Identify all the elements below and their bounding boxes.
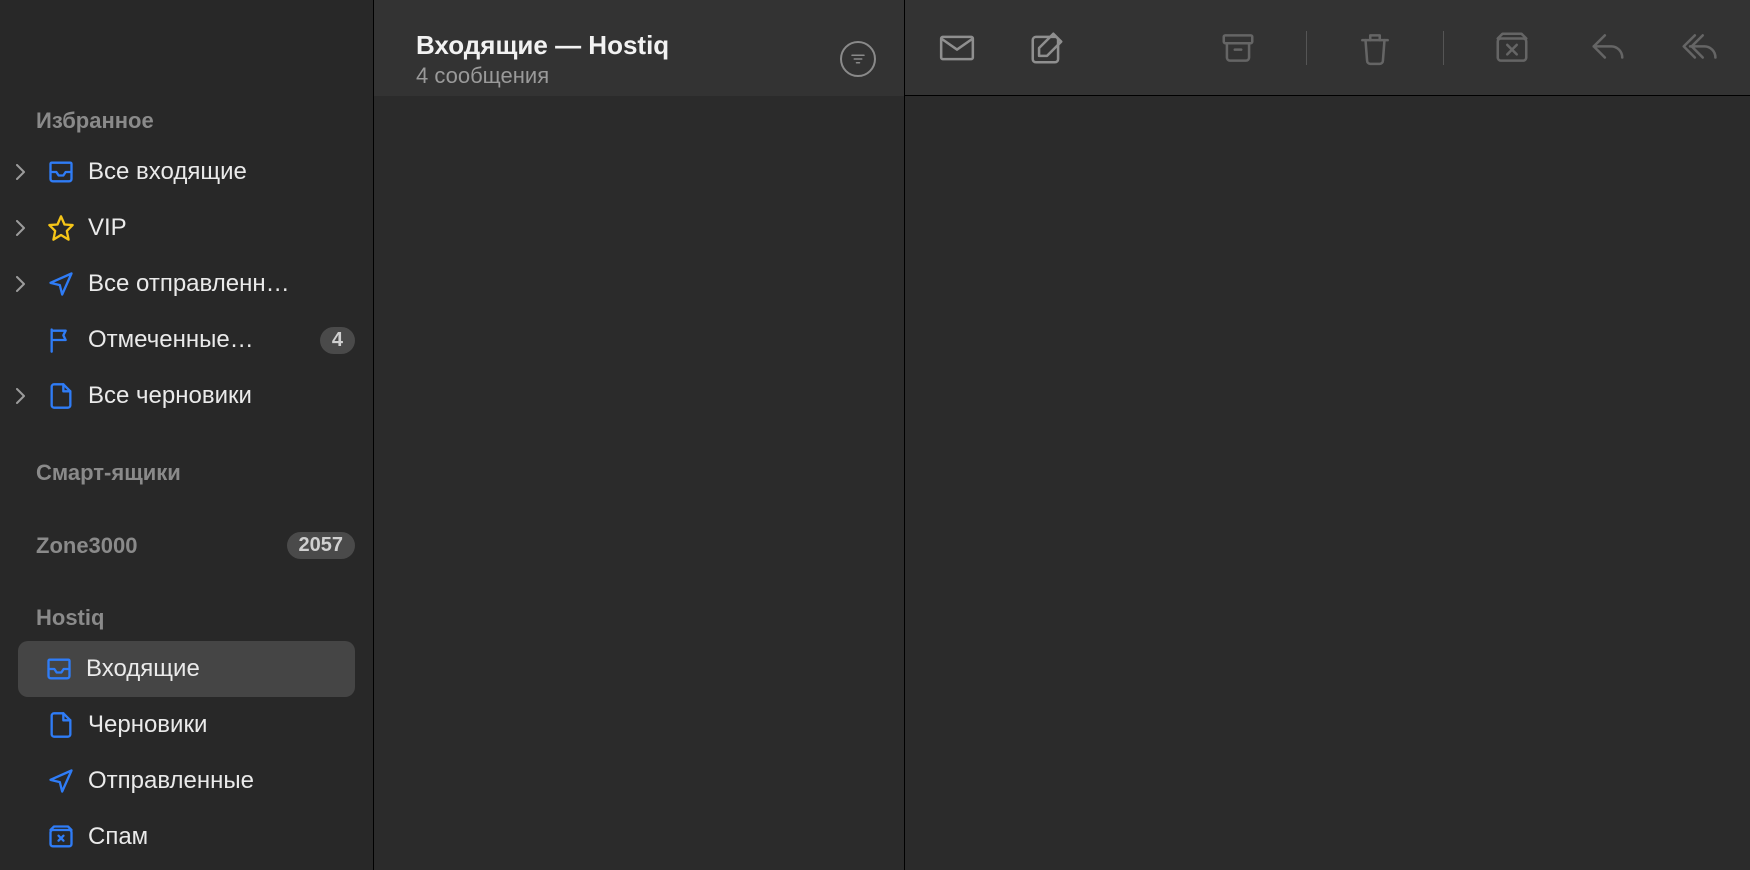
document-icon xyxy=(46,382,76,410)
sidebar-item-all-drafts[interactable]: Все черновики xyxy=(0,368,373,424)
message-viewer xyxy=(905,96,1750,870)
reply-all-button[interactable] xyxy=(1676,26,1720,70)
toolbar-divider xyxy=(1306,31,1307,65)
sidebar: Избранное Все входящие VIP xyxy=(0,0,373,870)
junk-icon xyxy=(46,823,76,851)
reply-button[interactable] xyxy=(1586,26,1630,70)
sidebar-item-label: Отмеченные… xyxy=(88,326,308,354)
compose-button[interactable] xyxy=(1025,26,1069,70)
star-icon xyxy=(46,214,76,242)
paperplane-icon xyxy=(46,767,76,795)
sidebar-item-label: Все отправленн… xyxy=(88,270,355,298)
get-mail-button[interactable] xyxy=(935,26,979,70)
junk-button[interactable] xyxy=(1490,26,1534,70)
sidebar-item-hostiq-sent[interactable]: Отправленные xyxy=(0,753,373,809)
sidebar-item-label: Входящие xyxy=(86,655,337,683)
inbox-icon xyxy=(44,655,74,683)
message-list-pane: Входящие — Hostiq 4 сообщения xyxy=(373,0,905,870)
sidebar-item-flagged[interactable]: Отмеченные… 4 xyxy=(0,312,373,368)
smart-mailboxes-header: Смарт-ящики xyxy=(0,452,373,496)
sidebar-item-label: Все черновики xyxy=(88,382,355,410)
sidebar-item-label: Спам xyxy=(88,823,355,851)
sidebar-item-hostiq-junk[interactable]: Спам xyxy=(0,809,373,865)
favorites-header: Избранное xyxy=(0,100,373,144)
chevron-right-icon[interactable] xyxy=(8,164,34,180)
sidebar-item-all-sent[interactable]: Все отправленн… xyxy=(0,256,373,312)
account-hostiq-header: Hostiq xyxy=(0,597,373,641)
list-header: Входящие — Hostiq 4 сообщения xyxy=(374,0,904,96)
message-list[interactable] xyxy=(374,96,904,870)
sidebar-item-label: Все входящие xyxy=(88,158,355,186)
sidebar-item-hostiq-inbox[interactable]: Входящие xyxy=(18,641,355,697)
badge-flagged-count: 4 xyxy=(320,327,355,354)
chevron-right-icon[interactable] xyxy=(8,220,34,236)
sidebar-item-label: VIP xyxy=(88,214,355,242)
sidebar-item-hostiq-drafts[interactable]: Черновики xyxy=(0,697,373,753)
document-icon xyxy=(46,711,76,739)
sidebar-item-vip[interactable]: VIP xyxy=(0,200,373,256)
mailbox-title: Входящие — Hostiq xyxy=(416,30,669,61)
sidebar-item-all-inboxes[interactable]: Все входящие xyxy=(0,144,373,200)
badge-zone3000-count: 2057 xyxy=(287,532,356,559)
sidebar-item-label: Отправленные xyxy=(88,767,355,795)
paperplane-icon xyxy=(46,270,76,298)
account-zone3000[interactable]: Zone3000 2057 xyxy=(0,524,373,569)
toolbar xyxy=(905,0,1750,96)
filter-button[interactable] xyxy=(840,41,876,77)
inbox-icon xyxy=(46,158,76,186)
delete-button[interactable] xyxy=(1353,26,1397,70)
chevron-right-icon[interactable] xyxy=(8,276,34,292)
mailbox-count: 4 сообщения xyxy=(416,63,669,89)
archive-button[interactable] xyxy=(1216,26,1260,70)
account-name: Zone3000 xyxy=(36,533,138,559)
detail-pane xyxy=(905,0,1750,870)
chevron-right-icon[interactable] xyxy=(8,388,34,404)
flag-icon xyxy=(46,326,76,354)
sidebar-item-label: Черновики xyxy=(88,711,355,739)
toolbar-divider xyxy=(1443,31,1444,65)
